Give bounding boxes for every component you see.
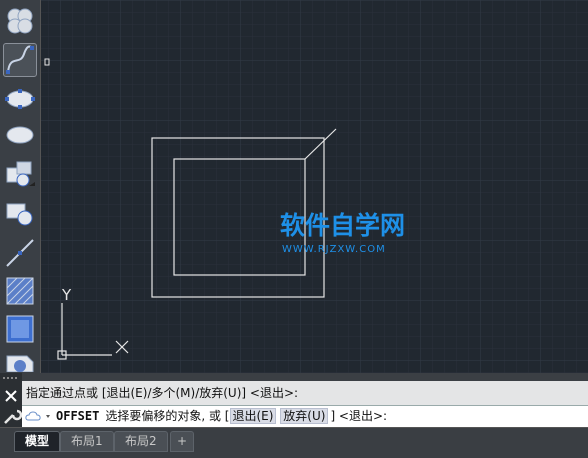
command-name: OFFSET — [56, 409, 100, 423]
region-icon — [6, 355, 34, 372]
spline-button[interactable] — [3, 43, 37, 77]
command-history: 指定通过点或 [退出(E)/多个(M)/放弃(U)] <退出>: — [22, 381, 588, 405]
command-prompt-icon[interactable] — [22, 406, 56, 426]
command-line: 指定通过点或 [退出(E)/多个(M)/放弃(U)] <退出>: OFFSET 选… — [0, 373, 588, 428]
line-tool-button[interactable] — [3, 236, 37, 270]
ellipse-icon — [5, 89, 35, 109]
hatch-icon — [6, 277, 34, 305]
ellipse-arc-icon — [6, 126, 34, 144]
watermark-url: WWW.RJZXW.COM — [282, 244, 386, 255]
ellipse-button[interactable] — [3, 82, 37, 116]
wrench-icon[interactable] — [4, 409, 23, 424]
gradient-button[interactable] — [3, 312, 37, 346]
point-icon — [6, 239, 34, 267]
tab-model[interactable]: 模型 — [14, 431, 61, 452]
make-block-button[interactable] — [3, 196, 37, 230]
ucs-y-label: Y — [61, 286, 72, 304]
option-undo[interactable]: 放弃(U) — [280, 408, 329, 424]
option-exit[interactable]: 退出(E) — [229, 408, 277, 424]
revision-cloud-icon — [7, 8, 33, 34]
spline-icon — [6, 45, 34, 74]
command-prompt-tail: ] <退出>: — [330, 409, 388, 423]
ellipse-arc-button[interactable] — [3, 118, 37, 152]
gradient-icon — [6, 315, 34, 343]
drawing-canvas[interactable]: Y 软件自学网 WWW.RJZXW.COM — [0, 0, 588, 373]
tab-layout1[interactable]: 布局1 — [60, 431, 114, 452]
command-input[interactable]: OFFSET 选择要偏移的对象, 或 [退出(E) 放弃(U)] <退出>: — [22, 405, 588, 428]
close-icon[interactable] — [5, 390, 17, 402]
command-line-grip[interactable] — [0, 373, 23, 427]
insert-block-button[interactable] — [3, 156, 37, 190]
tab-layout2[interactable]: 布局2 — [114, 431, 168, 452]
watermark-title: 软件自学网 — [280, 211, 405, 240]
revision-cloud-button[interactable] — [3, 4, 37, 38]
insert-block-icon — [6, 161, 35, 187]
add-layout-button[interactable]: + — [170, 431, 195, 452]
hatch-button[interactable] — [3, 274, 37, 308]
layout-tabs: 模型 布局1 布局2 + — [0, 427, 588, 458]
command-prompt: 选择要偏移的对象, 或 [ — [105, 409, 230, 423]
draw-toolbar — [0, 0, 41, 373]
make-block-icon — [6, 203, 33, 226]
